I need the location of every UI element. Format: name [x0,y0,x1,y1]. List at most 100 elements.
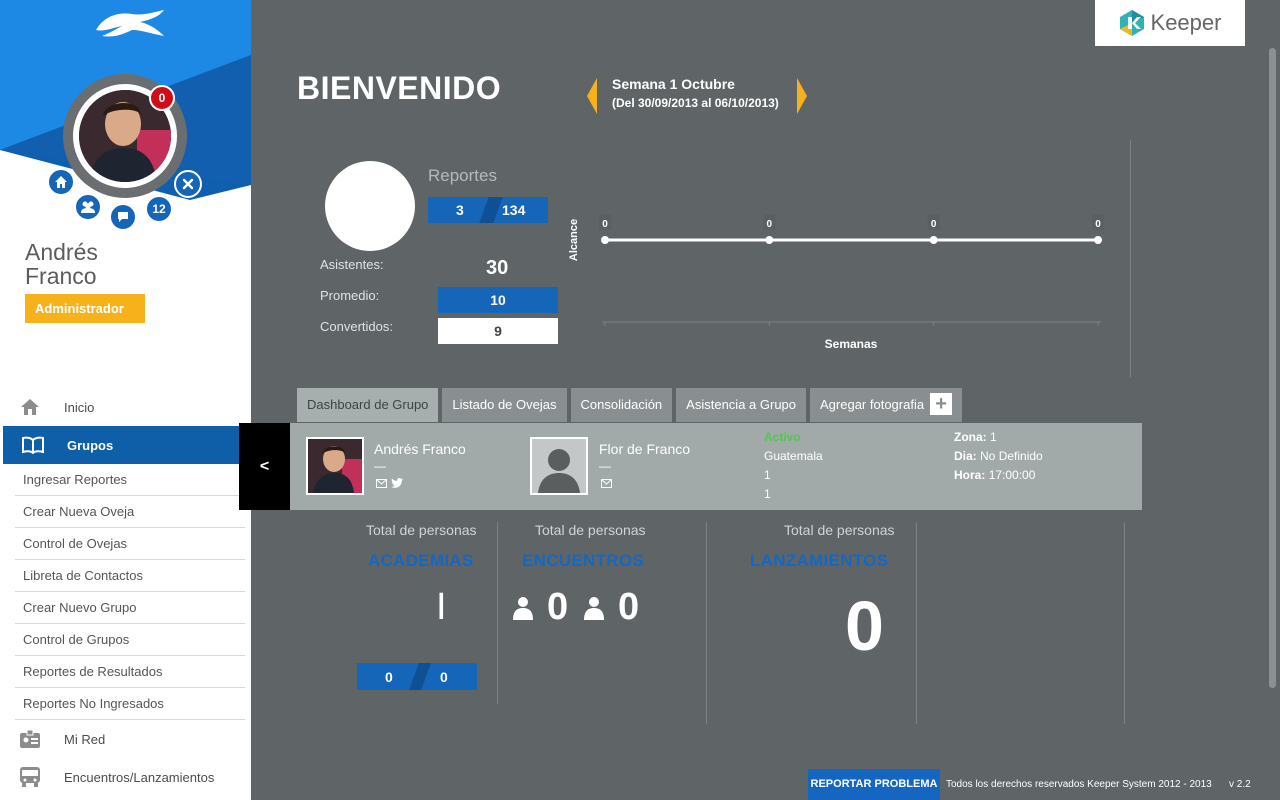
leader1-photo[interactable] [306,437,364,495]
academias-bar: 0 0 [357,663,477,690]
lanzamientos-total-label: Total de personas [784,522,895,538]
reportes-label: Reportes [428,166,497,185]
previous-week-button[interactable] [585,78,599,114]
leader2-photo[interactable] [530,437,588,495]
sidebar-item-grupos[interactable]: Grupos [3,426,251,464]
bus-icon [18,766,42,788]
lanzamientos-title: LANZAMIENTOS [750,551,889,570]
sidebar-item-label: Grupos [67,437,114,453]
collapse-button[interactable]: < [239,423,290,510]
sidebar-header: 0 12 [0,0,251,245]
tab-label: Agregar fotografia [820,397,925,412]
submenu-crear-nueva-oveja[interactable]: Crear Nueva Oveja [15,496,245,528]
academias-count-a: 0 [385,669,393,685]
sidebar: 0 12 Andrés Franco Administrador Inicio [0,0,251,800]
brand-name: Keeper [1150,10,1222,35]
data-point [1094,236,1102,244]
tab-agregar-fotografia[interactable]: Agregar fotografia + [810,388,963,422]
tab-listado-de-ovejas[interactable]: Listado de Ovejas [442,388,567,422]
home-icon [55,176,67,188]
people-button[interactable] [74,193,102,221]
encuentros-men-count: 0 [547,586,569,628]
email-icon[interactable] [601,479,612,488]
notification-badge[interactable]: 0 [149,85,175,111]
logout-button[interactable] [174,170,202,198]
tab-asistencia-a-grupo[interactable]: Asistencia a Grupo [676,388,807,422]
user-last-name: Franco [25,263,97,289]
data-point [765,236,774,244]
convertidos-label: Convertidos: [320,319,393,334]
submenu-libreta-de-contactos[interactable]: Libreta de Contactos [15,560,245,592]
chart-divider [1130,140,1131,377]
week-title: Semana 1 Octubre [612,76,735,92]
home-button[interactable] [47,168,75,196]
role-badge: Administrador [25,294,145,323]
submenu-crear-nuevo-grupo[interactable]: Crear Nuevo Grupo [15,592,245,624]
sidebar-item-label: Mi Red [64,731,106,747]
encuentros-total-label: Total de personas [535,522,646,538]
lanzamientos-value: 0 [845,587,884,665]
id-card-icon [18,728,42,750]
book-icon [21,434,45,456]
group-status: Activo [764,430,801,444]
submenu-reportes-no-ingresados[interactable]: Reportes No Ingresados [15,688,245,720]
messages-count-button[interactable]: 12 [145,195,173,223]
tab-consolidacion[interactable]: Consolidación [570,388,673,422]
man-icon [513,597,533,620]
version-text: v 2.2 [1229,779,1251,790]
sidebar-item-mi-red[interactable]: Mi Red [0,720,251,758]
week-range: (Del 30/09/2013 al 06/10/2013) [612,96,779,110]
chat-icon [118,212,128,222]
report-problem-button[interactable]: REPORTAR PROBLEMA [808,769,940,800]
next-week-button[interactable] [795,78,809,114]
data-point [601,236,609,244]
group-hora: Hora: 17:00:00 [954,468,1036,482]
submenu-reportes-de-resultados[interactable]: Reportes de Resultados [15,656,245,688]
woman-icon [584,597,604,620]
asistentes-label: Asistentes: [320,257,384,272]
totals-divider [916,522,917,724]
brand-logo-icon [96,10,164,37]
people-icon [81,201,95,213]
twitter-icon[interactable] [391,478,403,488]
data-label: 0 [602,219,608,230]
tab-dashboard-de-grupo[interactable]: Dashboard de Grupo [297,388,439,422]
reportes-count-b: 134 [502,202,526,218]
summary-circle [325,161,415,251]
scrollbar-thumb[interactable] [1269,48,1276,688]
chat-button[interactable] [109,203,137,231]
sidebar-item-label: Encuentros/Lanzamientos [64,769,215,785]
promedio-label: Promedio: [320,288,380,303]
sidebar-item-inicio[interactable]: Inicio [0,388,251,426]
group-zona: Zona: 1 [954,430,997,444]
copyright-text: Todos los derechos reservados Keeper Sys… [946,779,1212,790]
page-title: BIENVENIDO [297,70,502,106]
sidebar-item-encuentros[interactable]: Encuentros/Lanzamientos [0,758,251,796]
submenu-control-de-ovejas[interactable]: Control de Ovejas [15,528,245,560]
user-placeholder-icon [532,439,586,493]
academias-value: I [436,586,447,628]
keeper-logo: Keeper [1095,0,1245,46]
totals-divider [1124,522,1125,724]
leader1-name: Andrés Franco [374,441,466,457]
submenu-control-de-grupos[interactable]: Control de Grupos [15,624,245,656]
group-value-1: 1 [764,468,771,482]
home-icon [18,396,42,418]
data-label: 0 [767,219,773,230]
leader1-subtitle: — [374,459,386,473]
group-location: Guatemala [764,449,823,463]
totals-divider [706,522,707,724]
group-value-2: 1 [764,487,771,501]
data-label: 0 [931,219,937,230]
group-info-panel: Andrés Franco — Flor de Franco — Activo … [290,423,1142,510]
totals-divider [497,522,498,704]
alcance-chart: Alcance Semanas 0 0 0 0 [568,214,1104,351]
data-label: 0 [1095,219,1101,230]
promedio-value: 10 [438,287,558,313]
reportes-count-a: 3 [456,202,464,218]
email-icon[interactable] [376,479,387,488]
keeper-logo-icon [1119,10,1144,36]
submenu-ingresar-reportes[interactable]: Ingresar Reportes [15,464,245,496]
data-point [929,236,938,244]
group-dia: Dia: No Definido [954,449,1043,463]
